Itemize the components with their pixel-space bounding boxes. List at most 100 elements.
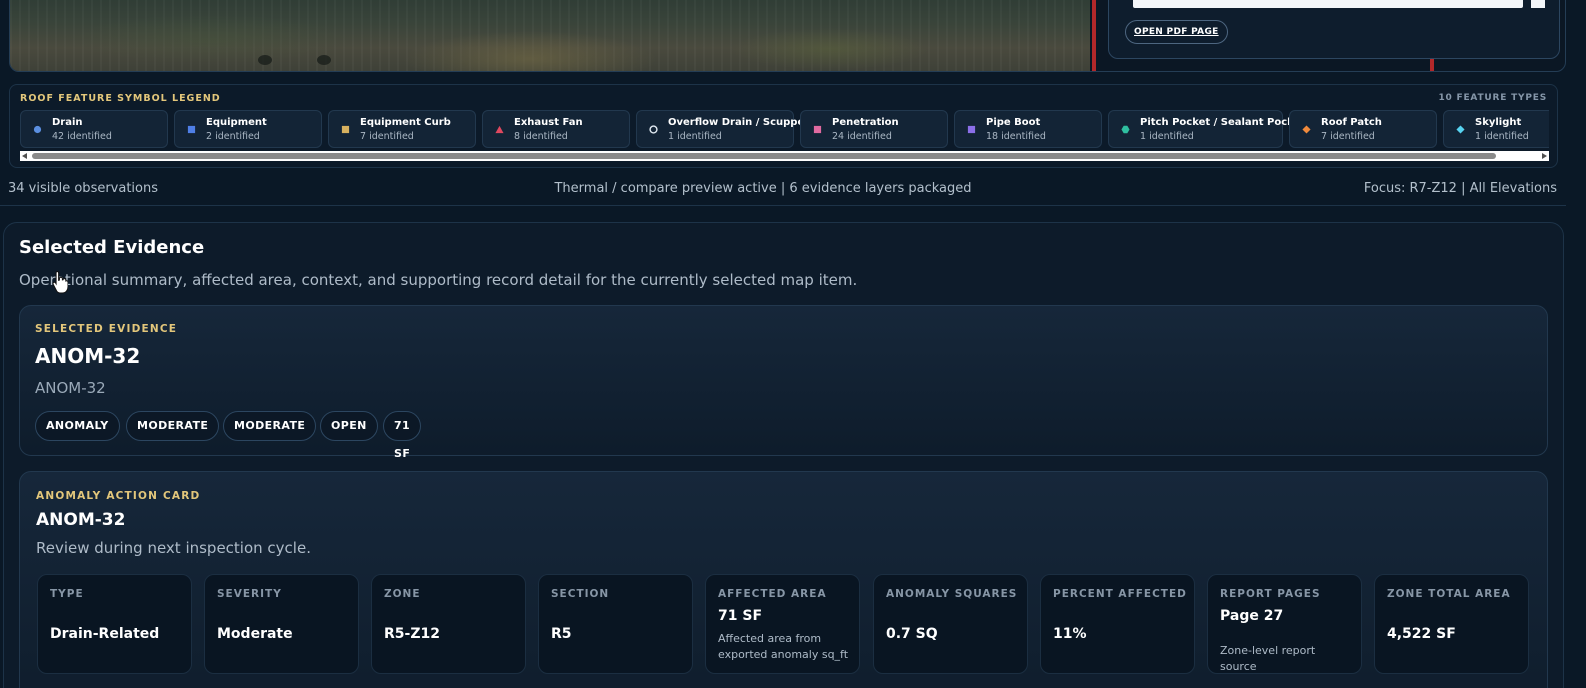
metric-label: ANOMALY SQUARES [886, 588, 1018, 600]
metric-label: REPORT PAGES [1220, 588, 1321, 600]
legend-item-skylight[interactable]: Skylight 1 identified [1443, 110, 1549, 148]
legend-item-name: Equipment [206, 117, 267, 128]
metric-value: R5-Z12 [384, 626, 440, 642]
legend-item-count: 18 identified [986, 131, 1046, 142]
preview-status: Thermal / compare preview active | 6 evi… [554, 181, 972, 196]
metric-value: 71 SF [718, 608, 763, 624]
legend-item-penetration[interactable]: Penetration 24 identified [800, 110, 948, 148]
legend-item-name: Skylight [1475, 117, 1522, 128]
metric-value: 4,522 SF [1387, 626, 1456, 642]
hand-cursor-icon [52, 270, 68, 294]
legend-item-count: 7 identified [1321, 131, 1375, 142]
anomaly-id: ANOM-32 [36, 510, 126, 530]
metric-value: Drain-Related [50, 626, 160, 642]
legend-item-overflow-drain-scupper[interactable]: Overflow Drain / Scupper 1 identified [636, 110, 809, 148]
legend-item-count: 2 identified [206, 131, 260, 142]
metric-anomaly-squares: ANOMALY SQUARES 0.7 SQ [873, 574, 1028, 674]
map-boundary-line [1430, 59, 1434, 71]
focus-status: Focus: R7-Z12 | All Elevations [1363, 181, 1557, 196]
legend-item-pipe-boot[interactable]: Pipe Boot 18 identified [954, 110, 1102, 148]
metric-label: SECTION [551, 588, 610, 600]
legend-item-equipment-curb[interactable]: Equipment Curb 7 identified [328, 110, 476, 148]
metric-label: AFFECTED AREA [718, 588, 827, 600]
roof-map-image[interactable] [10, 0, 1090, 71]
selected-evidence-card: SELECTED EVIDENCE ANOM-32 ANOM-32 ANOMAL… [19, 305, 1548, 460]
metric-affected-area: AFFECTED AREA 71 SF Affected area from e… [705, 574, 860, 674]
evidence-subtitle: ANOM-32 [35, 379, 106, 397]
square-symbol-icon [967, 125, 976, 134]
metric-zone: ZONE R5-Z12 [371, 574, 526, 674]
selected-evidence-section: Selected Evidence Operational summary, a… [3, 222, 1564, 688]
legend-item-pitch-pocket-sealant-pocket[interactable]: Pitch Pocket / Sealant Pocket 1 identifie… [1108, 110, 1305, 148]
scrollbar-thumb[interactable] [32, 153, 1496, 159]
metric-label: ZONE TOTAL AREA [1387, 588, 1511, 600]
map-boundary-line [1092, 0, 1096, 71]
status-bar: 34 visible observations Thermal / compar… [0, 176, 1566, 206]
scroll-left-icon[interactable] [22, 153, 27, 159]
tag-chip: ANOMALY [35, 411, 120, 441]
tag-chip: MODERATE [223, 411, 317, 441]
metric-label: PERCENT AFFECTED [1053, 588, 1187, 600]
card-kicker: ANOMALY ACTION CARD [36, 490, 201, 502]
legend-item-count: 7 identified [360, 131, 414, 142]
metric-percent-affected: PERCENT AFFECTED 11% [1040, 574, 1195, 674]
scroll-right-icon[interactable] [1542, 153, 1547, 159]
legend-item-count: 1 identified [668, 131, 722, 142]
legend-item-name: Pipe Boot [986, 117, 1041, 128]
circle-symbol-icon [33, 125, 42, 134]
legend-title: ROOF FEATURE SYMBOL LEGEND [20, 93, 221, 104]
evidence-preview-panel: OPEN PDF PAGE [1108, 0, 1560, 59]
square-symbol-icon [813, 125, 822, 134]
metric-report-pages: REPORT PAGES Page 27 Zone-level report s… [1207, 574, 1362, 674]
metric-value: Page 27 [1220, 608, 1284, 624]
card-kicker: SELECTED EVIDENCE [35, 323, 178, 335]
legend-item-roof-patch[interactable]: Roof Patch 7 identified [1289, 110, 1437, 148]
legend-item-name: Exhaust Fan [514, 117, 583, 128]
hexagon-symbol-icon [1121, 125, 1130, 134]
legend-item-count: 8 identified [514, 131, 568, 142]
metric-value: R5 [551, 626, 572, 642]
metric-section: SECTION R5 [538, 574, 693, 674]
evidence-id: ANOM-32 [35, 344, 141, 368]
metric-label: ZONE [384, 588, 421, 600]
triangle-symbol-icon [495, 125, 504, 134]
metric-type: TYPE Drain-Related [37, 574, 192, 674]
recommended-action: Review during next inspection cycle. [36, 539, 311, 557]
legend-strip: Drain 42 identified Equipment 2 identified E… [20, 110, 1549, 148]
anomaly-action-card: ANOMALY ACTION CARD ANOM-32 Review durin… [19, 471, 1548, 688]
metric-note: Affected area from exported anomaly sq_f… [718, 632, 849, 661]
square-symbol-icon [187, 125, 196, 134]
legend-item-count: 1 identified [1140, 131, 1194, 142]
legend-item-count: 1 identified [1475, 131, 1529, 142]
legend-item-count: 24 identified [832, 131, 892, 142]
legend-item-equipment[interactable]: Equipment 2 identified [174, 110, 322, 148]
metric-value: 11% [1053, 626, 1087, 642]
metric-label: TYPE [50, 588, 84, 600]
metric-label: SEVERITY [217, 588, 282, 600]
legend-item-drain[interactable]: Drain 42 identified [20, 110, 168, 148]
legend-item-name: Pitch Pocket / Sealant Pocket [1140, 117, 1306, 128]
preview-image-edge [1531, 0, 1545, 8]
preview-image [1133, 0, 1523, 8]
roof-feature-legend: ROOF FEATURE SYMBOL LEGEND 10 FEATURE TY… [9, 84, 1558, 168]
legend-item-name: Penetration [832, 117, 899, 128]
ring-symbol-icon [649, 125, 658, 134]
metric-note: Zone-level report source [1220, 644, 1316, 673]
map-marker [317, 55, 331, 65]
map-panel: OPEN PDF PAGE [9, 0, 1566, 72]
tag-chip: MODERATE [126, 411, 220, 441]
metric-value: Moderate [217, 626, 293, 642]
legend-item-count: 42 identified [52, 131, 112, 142]
legend-item-name: Equipment Curb [360, 117, 451, 128]
legend-scrollbar[interactable] [20, 151, 1549, 161]
legend-item-exhaust-fan[interactable]: Exhaust Fan 8 identified [482, 110, 630, 148]
diamond-symbol-icon [1302, 125, 1311, 134]
section-title: Selected Evidence [19, 237, 205, 258]
tag-chip: 71 SF [383, 411, 422, 460]
metric-zone-total-area: ZONE TOTAL AREA 4,522 SF [1374, 574, 1529, 674]
open-pdf-page-button[interactable]: OPEN PDF PAGE [1125, 20, 1228, 44]
map-marker [258, 55, 272, 65]
legend-count: 10 FEATURE TYPES [1438, 93, 1547, 103]
square-symbol-icon [341, 125, 350, 134]
tag-chip: OPEN [320, 411, 378, 441]
